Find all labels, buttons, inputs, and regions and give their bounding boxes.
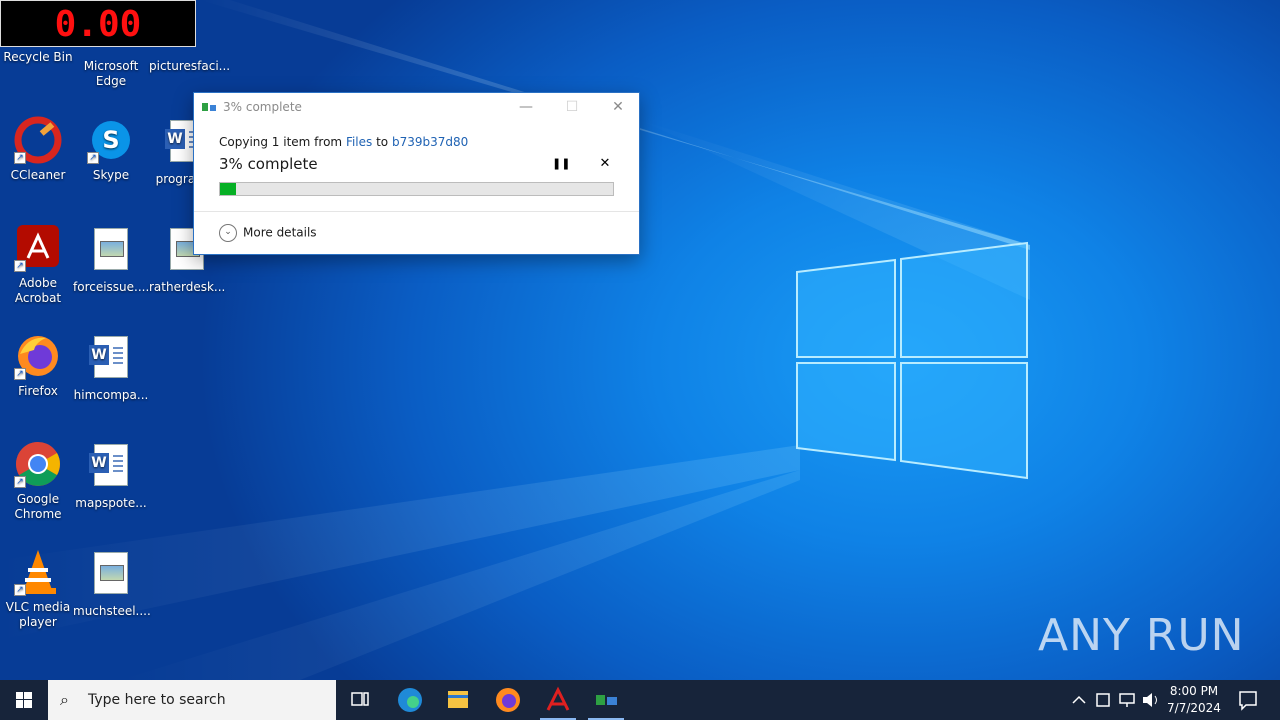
more-details-label: More details: [243, 225, 317, 240]
notification-icon: [1239, 691, 1257, 711]
progress-status: 3% complete: [219, 155, 318, 173]
taskbar-file-explorer[interactable]: [434, 680, 482, 720]
desktop-icon-skype[interactable]: S ↗ Skype: [73, 116, 149, 183]
desktop-icon-label: CCleaner: [10, 168, 66, 182]
skype-icon: S ↗: [87, 116, 135, 164]
start-button[interactable]: [0, 680, 48, 720]
desktop-icon-himcompa[interactable]: W himcompa...: [73, 332, 149, 403]
desktop-icon-label: Adobe Acrobat: [14, 276, 62, 305]
firefox-icon: [496, 688, 520, 712]
image-file-icon: [87, 228, 135, 276]
desktop-icon-label: picturesfaci...: [149, 59, 231, 73]
file-explorer-icon: [448, 691, 468, 708]
desktop-icon-label: Skype: [92, 168, 130, 182]
shortcut-arrow-icon: ↗: [14, 152, 26, 164]
clock-time: 8:00 PM: [1169, 684, 1219, 698]
shortcut-arrow-icon: ↗: [14, 584, 26, 596]
copy-progress-icon: [202, 103, 216, 111]
dialog-titlebar[interactable]: 3% complete — ☐ ✕: [194, 93, 639, 121]
timer-overlay: 0.00: [0, 0, 196, 47]
desktop-icon-mapspote[interactable]: W mapspote...: [73, 440, 149, 511]
desktop-icon-forceissue[interactable]: forceissue....: [73, 224, 149, 295]
task-view-icon: [351, 692, 369, 706]
desktop-icon-firefox[interactable]: ↗ Firefox: [0, 332, 76, 399]
desktop-icon-label: Microsoft Edge: [83, 59, 139, 88]
word-document-icon: W: [87, 336, 135, 384]
progress-bar: [219, 182, 614, 196]
notifications-button[interactable]: [1232, 680, 1264, 720]
copy-description: Copying 1 item from Files to b739b37d80: [219, 135, 468, 149]
shortcut-arrow-icon: ↗: [14, 476, 26, 488]
desktop-icon-google-chrome[interactable]: ↗ Google Chrome: [0, 440, 76, 522]
taskbar-edge[interactable]: [386, 680, 434, 720]
desktop-icon-vlc[interactable]: ↗ VLC media player: [0, 548, 76, 630]
taskbar-acrobat[interactable]: [534, 680, 582, 720]
chrome-icon: ↗: [14, 440, 62, 488]
acrobat-icon: [546, 686, 570, 711]
taskbar-firefox[interactable]: [484, 680, 532, 720]
copy-prefix: Copying 1 item from: [219, 135, 346, 149]
cancel-button[interactable]: ✕: [597, 156, 613, 172]
more-details-toggle[interactable]: ⌄ More details: [219, 224, 317, 242]
desktop-icon-label: VLC media player: [5, 600, 71, 629]
maximize-button[interactable]: ☐: [549, 93, 595, 121]
windows-start-icon: [16, 692, 32, 708]
minimize-button[interactable]: —: [503, 93, 549, 121]
desktop-icon-label: Google Chrome: [14, 492, 62, 521]
desktop-icon-muchsteel[interactable]: muchsteel....: [73, 548, 151, 619]
svg-text:S: S: [102, 126, 119, 154]
desktop-icon-picturesfaci[interactable]: picturesfaci...: [149, 59, 230, 74]
close-button[interactable]: ✕: [595, 93, 641, 121]
dialog-title: 3% complete: [223, 100, 302, 114]
word-document-icon: W: [87, 444, 135, 492]
task-view-button[interactable]: [336, 680, 384, 720]
desktop-icon-microsoft-edge[interactable]: Microsoft Edge: [73, 59, 149, 89]
destination-link[interactable]: b739b37d80: [392, 135, 468, 149]
tray-volume[interactable]: [1140, 680, 1162, 720]
vlc-icon: ↗: [14, 548, 62, 596]
desktop-icon-label: Recycle Bin: [3, 50, 73, 64]
desktop-icon-label: forceissue....: [73, 280, 150, 294]
source-link[interactable]: Files: [346, 135, 372, 149]
desktop-icon-label: Firefox: [18, 384, 58, 398]
desktop-icon-label: ratherdesk...: [149, 280, 226, 294]
taskbar-copy-progress[interactable]: [582, 680, 630, 720]
shortcut-arrow-icon: ↗: [14, 368, 26, 380]
search-icon: ⌕: [60, 690, 69, 709]
taskbar-search-box[interactable]: ⌕ Type here to search: [48, 680, 336, 720]
divider: [194, 211, 639, 212]
taskbar-clock[interactable]: 8:00 PM 7/7/2024: [1160, 683, 1228, 717]
edge-icon: [398, 688, 422, 712]
acrobat-icon: ↗: [14, 224, 62, 272]
desktop-icon-adobe-acrobat[interactable]: ↗ Adobe Acrobat: [0, 224, 76, 306]
ccleaner-icon: ↗: [14, 116, 62, 164]
search-placeholder: Type here to search: [88, 692, 226, 708]
chevron-up-icon: [1072, 695, 1086, 704]
desktop-icon-label: mapspote...: [75, 496, 147, 510]
network-icon: [1119, 693, 1135, 707]
volume-icon: [1143, 693, 1157, 707]
pause-button[interactable]: ❚❚: [552, 156, 570, 172]
firefox-icon: ↗: [14, 332, 62, 380]
copy-to-word: to: [372, 135, 392, 149]
progress-bar-fill: [220, 183, 236, 195]
copy-progress-icon: [596, 695, 617, 705]
shortcut-arrow-icon: ↗: [87, 152, 99, 164]
clock-date: 7/7/2024: [1167, 701, 1221, 715]
tray-meet-now[interactable]: [1092, 680, 1114, 720]
show-hidden-icons-button[interactable]: [1068, 680, 1090, 720]
taskbar: ⌕ Type here to search 8:00 PM 7/7/2024: [0, 680, 1280, 720]
device-icon: [1096, 693, 1110, 707]
desktop-icon-ccleaner[interactable]: ↗ CCleaner: [0, 116, 76, 183]
image-file-icon: [87, 552, 135, 600]
tray-network[interactable]: [1116, 680, 1138, 720]
chevron-down-icon: ⌄: [219, 224, 237, 242]
anyrun-watermark: ANY RUN: [1038, 610, 1245, 661]
copy-progress-dialog[interactable]: 3% complete — ☐ ✕ Copying 1 item from Fi…: [193, 92, 640, 255]
desktop-icon-label: himcompa...: [73, 388, 149, 402]
desktop-icon-recycle-bin[interactable]: Recycle Bin: [0, 50, 76, 65]
desktop-icon-label: muchsteel....: [73, 604, 151, 618]
shortcut-arrow-icon: ↗: [14, 260, 26, 272]
